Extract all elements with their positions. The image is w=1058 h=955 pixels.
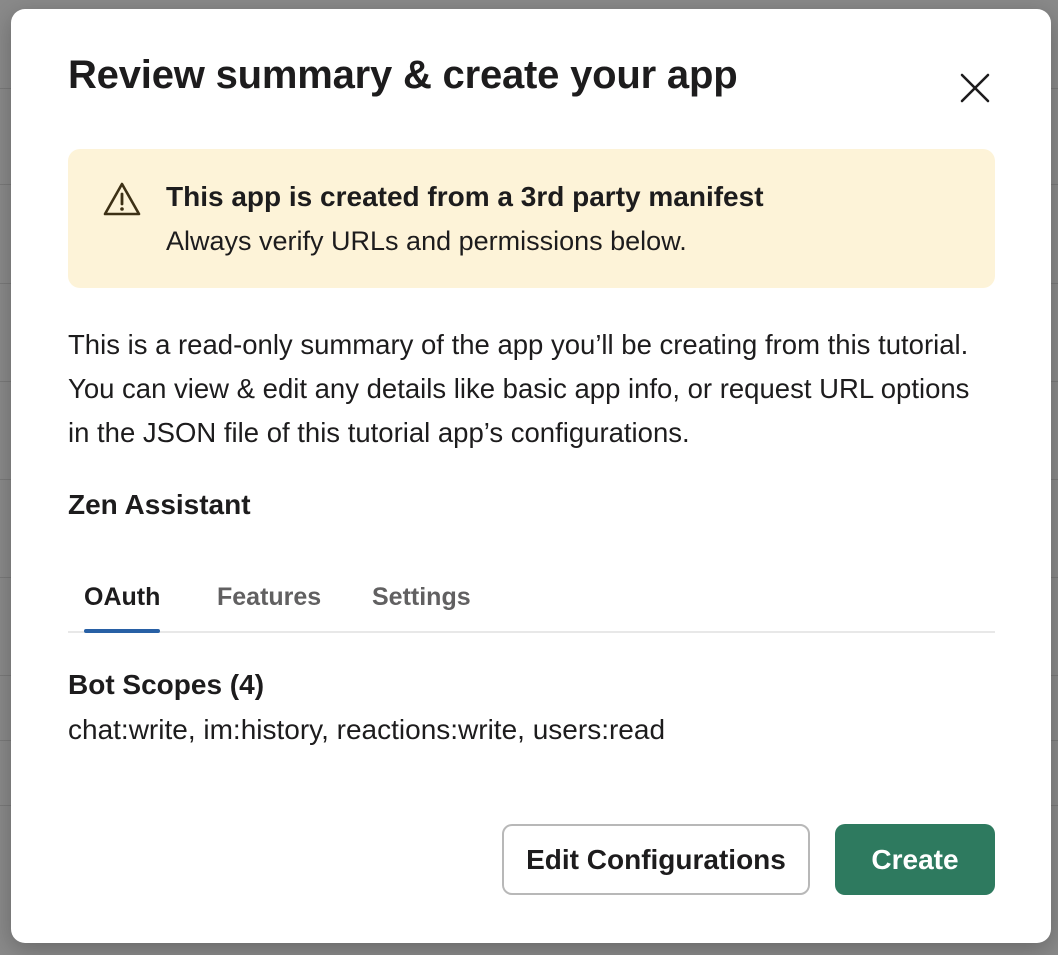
close-icon — [960, 73, 990, 103]
warning-icon — [103, 182, 141, 216]
tab-oauth[interactable]: OAuth — [84, 575, 161, 633]
config-tabs: OAuth Features Settings — [68, 575, 995, 633]
close-button[interactable] — [951, 64, 999, 112]
warning-subtitle: Always verify URLs and permissions below… — [166, 226, 687, 256]
app-name: Zen Assistant — [68, 489, 251, 520]
edit-configurations-button[interactable]: Edit Configurations — [502, 824, 810, 895]
modal-title: Review summary & create your app — [68, 53, 738, 97]
create-button[interactable]: Create — [835, 824, 995, 895]
bot-scopes-title: Bot Scopes (4) — [68, 669, 265, 700]
warning-title: This app is created from a 3rd party man… — [166, 181, 764, 212]
review-summary-modal: Review summary & create your app This ap… — [11, 9, 1051, 943]
tab-settings[interactable]: Settings — [372, 575, 471, 631]
third-party-warning-banner: This app is created from a 3rd party man… — [68, 149, 995, 288]
bot-scopes-list: chat:write, im:history, reactions:write,… — [68, 714, 666, 745]
tab-features[interactable]: Features — [217, 575, 321, 631]
summary-description: This is a read-only summary of the app y… — [68, 329, 970, 448]
